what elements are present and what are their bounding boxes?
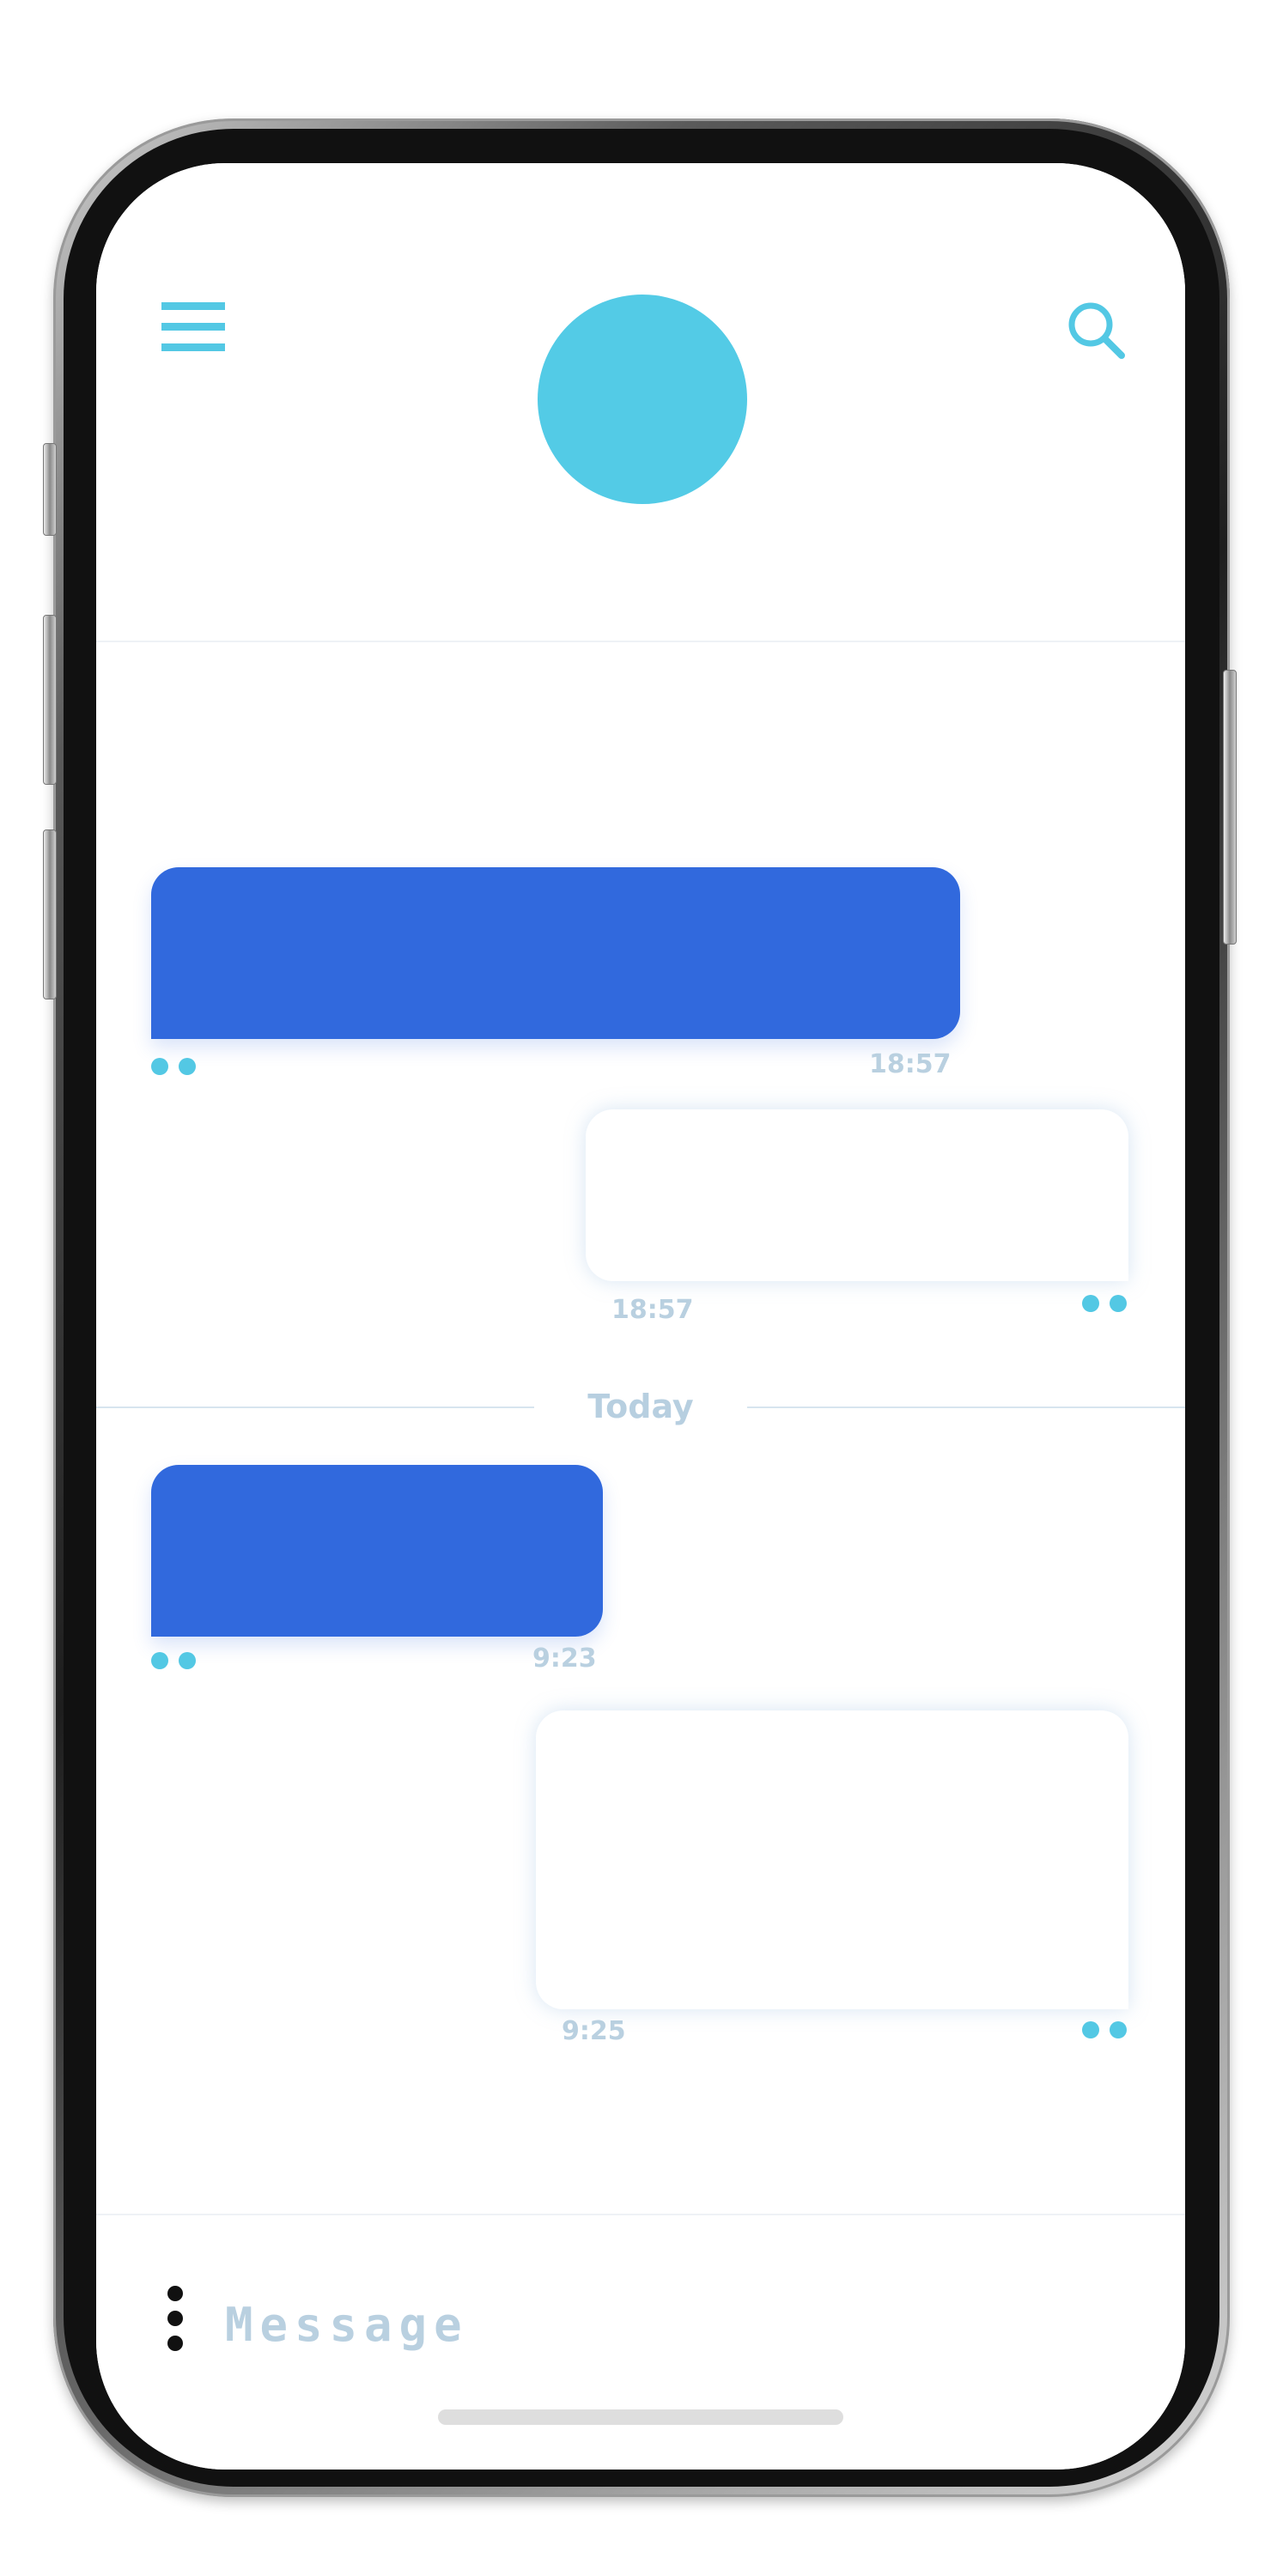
outgoing-message-bubble[interactable] <box>586 1109 1128 1281</box>
message-list[interactable]: 18:57 18:57 Today 9:23 9:25 <box>96 642 1185 2214</box>
volume-down-button <box>43 829 57 999</box>
delivery-status-icon <box>151 1058 203 1077</box>
phone-screen: 18:57 18:57 Today 9:23 9:25 <box>96 163 1185 2470</box>
divider-line <box>747 1406 1185 1408</box>
date-divider-label: Today <box>587 1388 694 1425</box>
search-icon[interactable] <box>1067 301 1127 361</box>
message-composer <box>96 2214 1185 2470</box>
delivery-status-icon <box>151 1652 203 1671</box>
delivery-status-icon <box>1082 1295 1134 1314</box>
outgoing-message-bubble[interactable] <box>536 1710 1128 2009</box>
message-timestamp: 9:23 <box>532 1643 597 1674</box>
vertical-dots-icon[interactable] <box>165 2286 185 2351</box>
message-timestamp: 18:57 <box>869 1049 952 1079</box>
chat-header <box>96 163 1185 642</box>
volume-up-button <box>43 615 57 785</box>
home-indicator[interactable] <box>438 2409 843 2425</box>
power-button <box>1223 670 1237 945</box>
incoming-message-bubble[interactable] <box>151 1465 603 1637</box>
message-timestamp: 18:57 <box>611 1295 694 1325</box>
divider-line <box>96 1406 534 1408</box>
avatar[interactable] <box>538 295 747 504</box>
silent-switch <box>43 443 57 536</box>
message-timestamp: 9:25 <box>562 2016 626 2046</box>
incoming-message-bubble[interactable] <box>151 867 960 1039</box>
hamburger-menu-icon[interactable] <box>161 302 225 354</box>
message-input[interactable] <box>223 2289 914 2360</box>
delivery-status-icon <box>1082 2021 1134 2040</box>
